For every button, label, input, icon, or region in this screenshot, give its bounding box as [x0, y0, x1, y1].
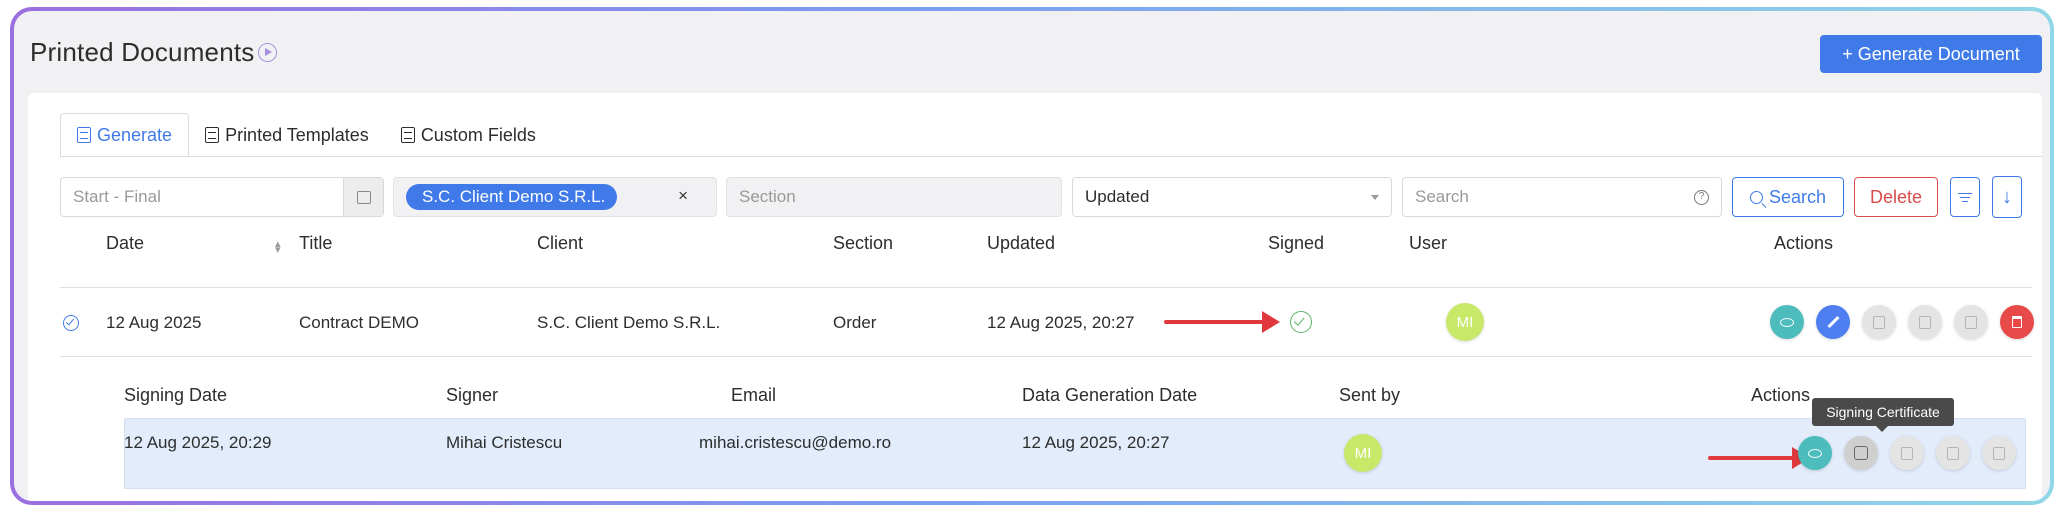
- filter-icon: [1958, 192, 1972, 194]
- cell-date: 12 Aug 2025: [106, 313, 202, 332]
- printer-icon: [1919, 315, 1931, 329]
- header-updated: Updated: [987, 233, 1056, 253]
- email-button[interactable]: [1954, 305, 1988, 339]
- tab-printed-templates[interactable]: Printed Templates: [189, 113, 385, 157]
- tab-label: Printed Templates: [225, 124, 369, 145]
- header-title: Title: [299, 233, 333, 253]
- document-icon: [1873, 315, 1885, 329]
- download-button[interactable]: ↓: [1992, 176, 2022, 218]
- date-range-input[interactable]: Start - Final: [60, 177, 384, 217]
- cell-signing-date: 12 Aug 2025, 20:29: [124, 433, 272, 452]
- printer-icon: [1947, 446, 1959, 460]
- calendar-icon: [356, 190, 371, 204]
- cell-email: mihai.cristescu@demo.ro: [699, 433, 892, 452]
- signed-check-icon: [1290, 311, 1312, 333]
- download-icon: ↓: [2002, 185, 2012, 208]
- certificate-icon: [1854, 446, 1868, 460]
- pencil-icon: [1826, 315, 1840, 329]
- cell-data-generation-date: 12 Aug 2025, 20:27: [1022, 433, 1170, 452]
- header-signer: Signer: [446, 385, 499, 405]
- cell-updated: 12 Aug 2025, 20:27: [987, 313, 1135, 332]
- header-date[interactable]: Date: [106, 233, 144, 254]
- play-icon[interactable]: [258, 43, 277, 62]
- header-section: Section: [833, 233, 894, 253]
- clear-client-icon[interactable]: ×: [678, 186, 688, 206]
- client-chip[interactable]: S.C. Client Demo S.R.L.: [406, 184, 618, 210]
- annotation-arrow: [1164, 311, 1280, 333]
- client-select[interactable]: S.C. Client Demo S.R.L. ×: [393, 177, 717, 217]
- cell-signer: Mihai Cristescu: [446, 433, 563, 452]
- header-signed: Signed: [1268, 233, 1325, 253]
- search-button[interactable]: Search: [1732, 177, 1844, 217]
- view-button[interactable]: [1770, 305, 1804, 339]
- clipboard-icon: [205, 127, 220, 143]
- eye-icon: [1808, 448, 1822, 458]
- tab-bar: Generate Printed Templates Custom Fields: [60, 113, 552, 157]
- header-divider: [60, 287, 2032, 288]
- tab-custom-fields[interactable]: Custom Fields: [385, 113, 552, 157]
- header-data-generation-date: Data Generation Date: [1022, 385, 1198, 405]
- tab-label: Custom Fields: [420, 124, 536, 145]
- annotation-arrow: [1708, 447, 1810, 469]
- print-button[interactable]: [1908, 305, 1942, 339]
- document-icon: [1901, 446, 1913, 460]
- eye-icon: [1780, 317, 1794, 327]
- filter-bar: Start - Final S.C. Client Demo S.R.L. × …: [60, 176, 2042, 218]
- edit-icon: [400, 127, 415, 143]
- search-placeholder: Search: [1415, 187, 1469, 206]
- view-signature-button[interactable]: [1798, 436, 1832, 470]
- cell-title: Contract DEMO: [299, 313, 419, 332]
- trash-icon: [2012, 316, 2022, 328]
- generate-document-button[interactable]: + Generate Document: [1820, 35, 2042, 73]
- email-signature-button[interactable]: [1982, 436, 2016, 470]
- window-frame: Printed Documents + Generate Document Ge…: [10, 7, 2054, 505]
- delete-button[interactable]: Delete: [1854, 177, 1938, 217]
- row-expand-icon[interactable]: [63, 315, 79, 331]
- chevron-down-icon: [1371, 195, 1379, 200]
- document-button[interactable]: [1890, 436, 1924, 470]
- section-select[interactable]: Section: [726, 177, 1062, 217]
- search-button-label: Search: [1768, 186, 1827, 207]
- signing-certificate-button[interactable]: [1844, 436, 1878, 470]
- filter-button[interactable]: [1950, 177, 1980, 217]
- search-input[interactable]: Search ?: [1402, 177, 1722, 217]
- delete-row-button[interactable]: [2000, 305, 2034, 339]
- sent-by-avatar: MI: [1344, 434, 1382, 472]
- page-container: Printed Documents + Generate Document Ge…: [14, 11, 2050, 501]
- calendar-button[interactable]: [343, 178, 383, 216]
- print-signature-button[interactable]: [1936, 436, 1970, 470]
- tooltip: Signing Certificate: [1812, 398, 1954, 432]
- cell-section: Order: [833, 313, 877, 332]
- tab-label: Generate: [97, 124, 173, 145]
- header-sub-actions: Actions: [1751, 385, 1811, 405]
- cell-client: S.C. Client Demo S.R.L.: [537, 313, 721, 332]
- certificate-button[interactable]: [1862, 305, 1896, 339]
- user-avatar: MI: [1446, 303, 1484, 341]
- header-signing-date: Signing Date: [124, 385, 228, 405]
- section-placeholder: Section: [739, 187, 796, 206]
- edit-button[interactable]: [1816, 305, 1850, 339]
- header-client: Client: [537, 233, 584, 253]
- sort-select[interactable]: Updated: [1072, 177, 1392, 217]
- header-sent-by: Sent by: [1339, 385, 1401, 405]
- mail-icon: [1965, 315, 1977, 329]
- help-icon[interactable]: ?: [1694, 190, 1709, 205]
- sort-value: Updated: [1085, 187, 1150, 206]
- date-range-placeholder: Start - Final: [73, 187, 161, 206]
- tab-divider: [60, 156, 2042, 157]
- signature-row: [124, 418, 2026, 489]
- sort-icon[interactable]: ▴ ▾: [275, 239, 281, 256]
- page-title: Printed Documents: [30, 37, 255, 67]
- main-card: Generate Printed Templates Custom Fields…: [28, 93, 2042, 501]
- tab-generate[interactable]: Generate: [60, 113, 190, 157]
- row-divider: [60, 356, 2032, 357]
- clipboard-icon: [77, 127, 91, 143]
- header-user: User: [1409, 233, 1448, 253]
- header-actions: Actions: [1774, 233, 1834, 253]
- header-email: Email: [731, 385, 777, 405]
- search-icon: [1749, 190, 1763, 204]
- mail-icon: [1993, 446, 2005, 460]
